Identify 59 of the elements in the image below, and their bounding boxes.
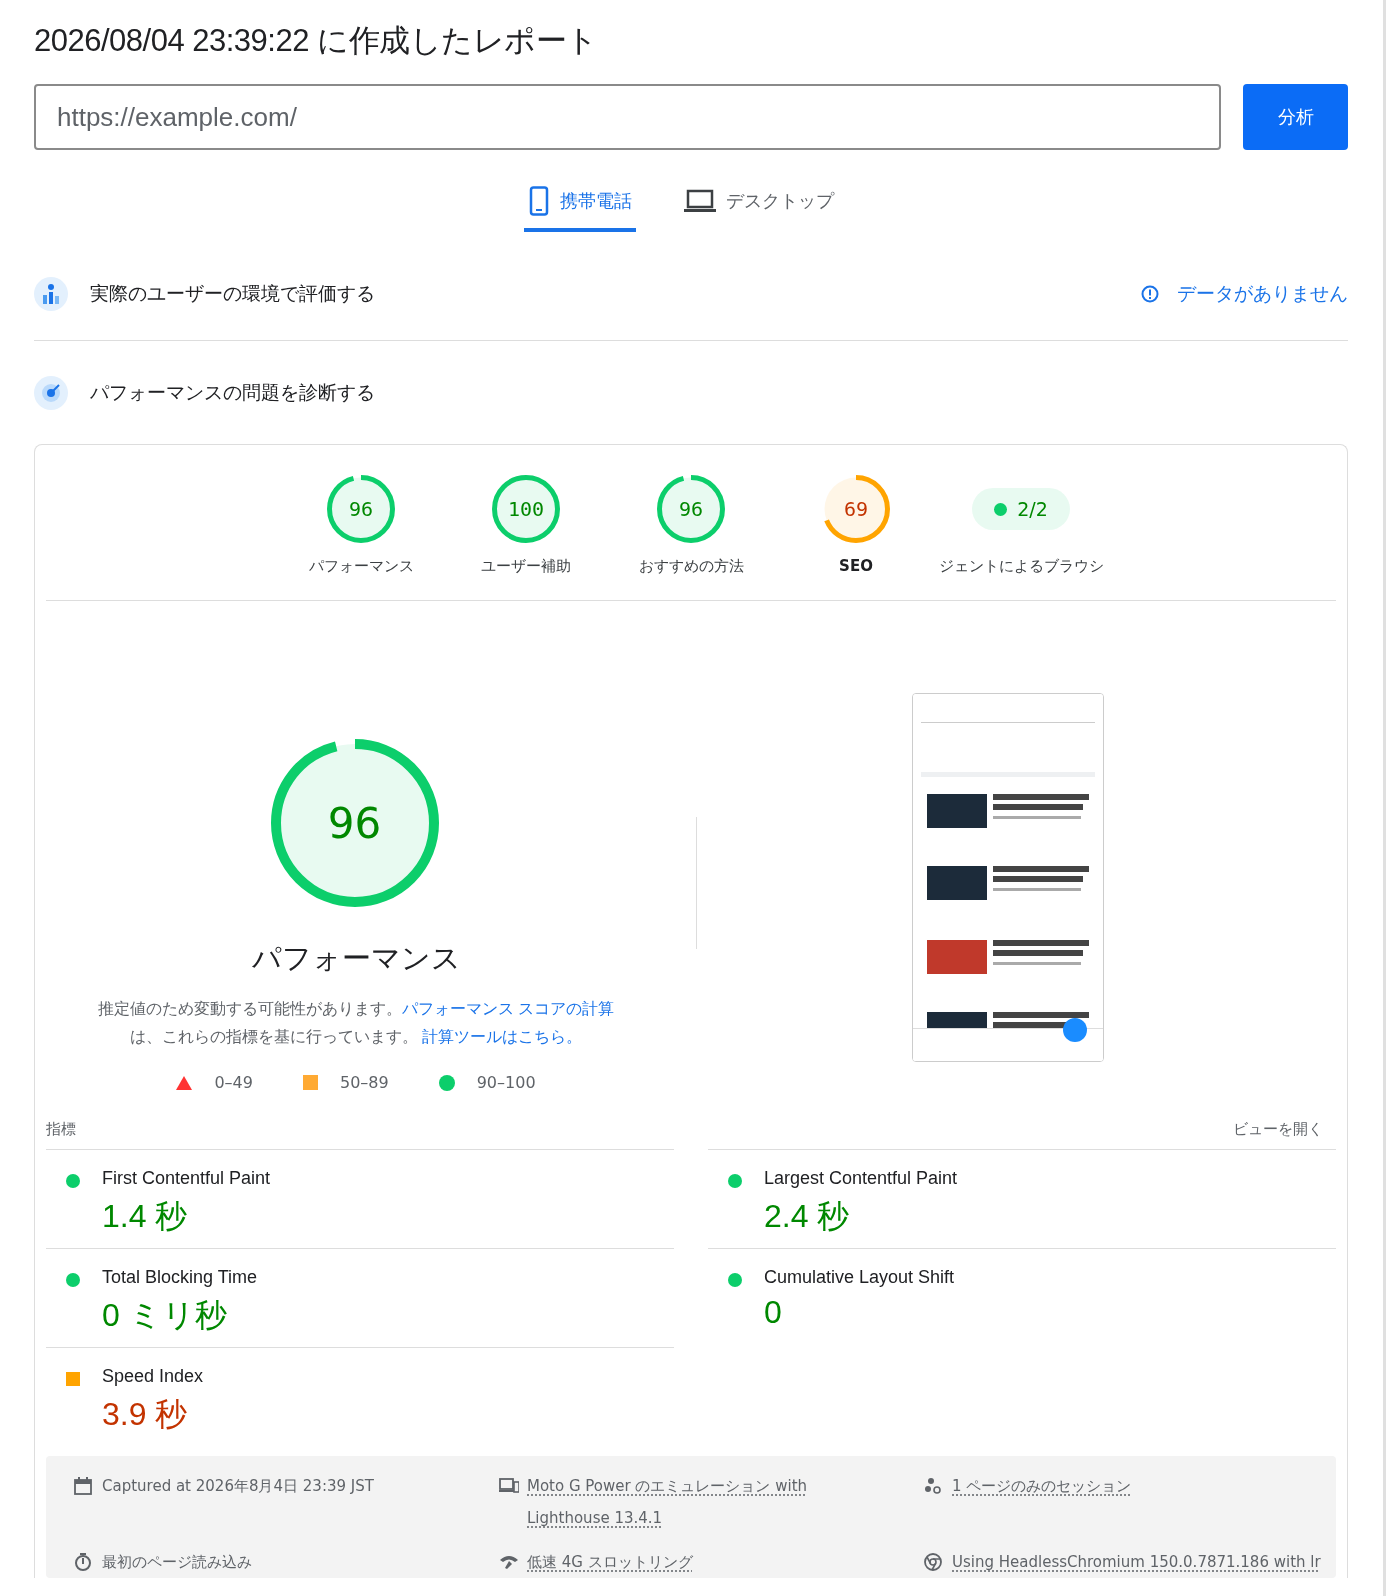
metric-value: 0: [764, 1294, 783, 1331]
info-link[interactable]: 低速 4G スロットリング: [527, 1546, 693, 1578]
section-title: 実際のユーザーの環境で評価する: [90, 281, 375, 306]
score: 2/2: [1017, 498, 1048, 520]
category-label: おすすめの方法: [637, 557, 745, 576]
metrics-heading: 指標: [46, 1119, 76, 1139]
user-chart-icon: [34, 277, 68, 311]
metric-value: 1.4 秒: [102, 1197, 189, 1236]
legend-label: 50–89: [339, 1073, 389, 1092]
devices-icon: [499, 1477, 519, 1495]
signal-icon: [499, 1553, 519, 1571]
phone-icon: [528, 186, 550, 216]
info-text: 最初のページ読み込み: [102, 1552, 252, 1573]
score-description: 推定値のため変動する可能性があります。パフォーマンス スコアの計算 は、これらの指標を基に行っています。 計算ツールはこちら。: [96, 999, 616, 1048]
device-tab[interactable]: デスクトップ: [680, 180, 838, 232]
triangle-icon: [176, 1075, 193, 1090]
legend-label: 90–100: [476, 1073, 536, 1092]
category-label: SEO: [838, 557, 874, 575]
score-gauge[interactable]: 100: [492, 475, 560, 543]
expand-view-toggle[interactable]: ビューを開く: [1233, 1119, 1323, 1139]
browser-icon: [924, 1553, 944, 1571]
metric-name: Cumulative Layout Shift: [764, 1267, 956, 1288]
metric-value: 3.9 秒: [102, 1395, 189, 1434]
info-link[interactable]: Using HeadlessChromium 150.0.7871.186 with lr: [952, 1546, 1321, 1578]
url-field[interactable]: https://example.com/: [34, 84, 1221, 150]
report-title: 2026/08/04 23:39:22 に作成したレポート: [34, 22, 599, 60]
performance-gauge: 96: [270, 739, 439, 907]
metric-value: 0 ミリ秒: [102, 1296, 228, 1335]
calculator-link[interactable]: 計算ツールはこちら。: [422, 1028, 583, 1046]
score-calc-link[interactable]: パフォーマンス スコアの計算: [401, 1000, 615, 1018]
metric-name: Total Blocking Time: [102, 1267, 259, 1288]
performance-title: パフォーマンス: [251, 940, 461, 977]
people-icon: [924, 1477, 944, 1495]
category-label: ユーザー補助: [480, 557, 572, 576]
score-pill[interactable]: 2/2: [972, 488, 1070, 530]
metric-value: 2.4 秒: [764, 1197, 851, 1236]
category-label: ジェントによるブラウシ: [938, 557, 1104, 576]
status-text: データがありません: [1177, 281, 1348, 306]
info-text: Captured at 2026年8月4日 23:39 JST: [102, 1476, 374, 1497]
analyze-button[interactable]: 分析: [1243, 84, 1348, 150]
metric-name: First Contentful Paint: [102, 1168, 272, 1189]
section-title: パフォーマンスの問題を診断する: [90, 379, 375, 405]
calendar-icon: [74, 1477, 94, 1495]
info-icon: [1141, 285, 1159, 303]
metric-name: Largest Contentful Paint: [764, 1168, 959, 1189]
laptop-icon: [684, 189, 716, 213]
radar-icon: [34, 375, 68, 410]
score-gauge[interactable]: 96: [327, 475, 395, 543]
circle-icon: [438, 1074, 455, 1091]
category-label: パフォーマンス: [307, 557, 415, 576]
info-link[interactable]: Moto G Power のエミュレーション with Lighthouse 13.4.1: [527, 1470, 827, 1534]
score-gauge[interactable]: 96: [657, 475, 725, 543]
info-link[interactable]: 1 ページのみのセッション: [952, 1470, 1132, 1502]
square-icon: [302, 1075, 318, 1090]
timer-icon: [74, 1553, 94, 1571]
metric-name: Speed Index: [102, 1366, 205, 1387]
device-tab[interactable]: 携帯電話: [524, 180, 636, 232]
score-gauge[interactable]: 69: [822, 475, 890, 543]
legend-label: 0–49: [214, 1073, 253, 1092]
